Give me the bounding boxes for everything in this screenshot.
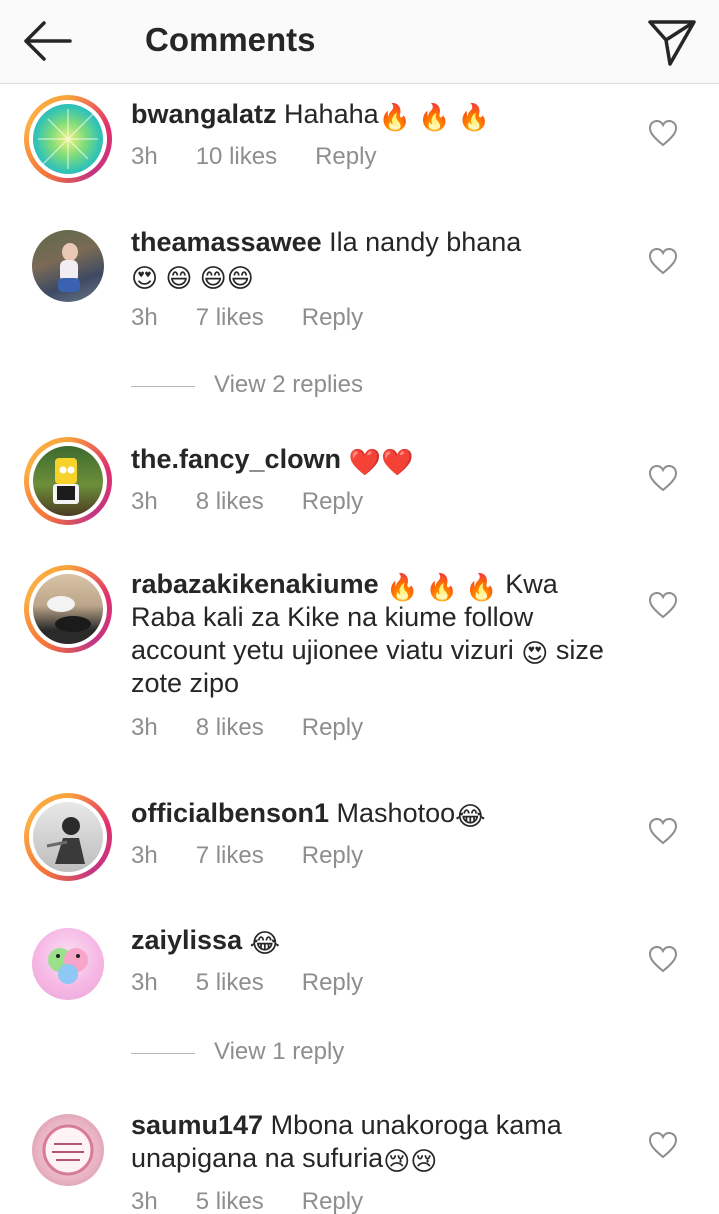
avatar[interactable] [24,222,112,310]
comment-text: Mashotoo [336,798,456,828]
comment-meta: 3h 7 likes Reply [131,304,363,332]
comment-item: theamassawee Ila nandy bhana 😍 😄 😄😄 3h 7 l… [0,222,719,342]
send-button[interactable] [642,12,702,70]
replies-divider [131,1053,195,1054]
reply-button[interactable]: Reply [302,714,363,742]
comment-meta: 3h 7 likes Reply [131,842,363,870]
comment-likes[interactable]: 7 likes [196,304,264,332]
comment-time: 3h [131,1188,158,1214]
comment-item: rabazakikenakiume 🔥 🔥 🔥 Kwa Raba kali za… [0,564,719,754]
reply-button[interactable]: Reply [315,143,376,171]
comment-item: bwangalatz Hahaha🔥 🔥 🔥 3h 10 likes Reply [0,92,719,202]
avatar[interactable] [24,95,112,183]
heart-icon[interactable] [648,817,678,845]
comment-emoji: 😂 [249,928,280,958]
comment-likes[interactable]: 10 likes [196,143,277,171]
view-replies-label: View 1 reply [214,1038,345,1065]
comment-emoji: 😍 😄 😄😄 [131,263,254,293]
comment-emoji: 🔥 🔥 🔥 [386,572,498,602]
comment-likes[interactable]: 7 likes [196,842,264,870]
comment-likes[interactable]: 8 likes [196,488,264,516]
comment-likes[interactable]: 5 likes [196,1188,264,1214]
reply-button[interactable]: Reply [302,842,363,870]
comment-username[interactable]: saumu147 [131,1110,263,1140]
comment-time: 3h [131,488,158,515]
paper-plane-icon [648,20,696,66]
comment-meta: 3h 5 likes Reply [131,969,363,997]
comment-meta: 3h 8 likes Reply [131,714,363,742]
comment-item: the.fancy_clown ❤️❤️ 3h 8 likes Reply [0,434,719,544]
comment-time: 3h [131,842,158,869]
back-arrow-icon [24,21,72,61]
heart-icon[interactable] [648,1131,678,1159]
comment-emoji: 🔥 🔥 🔥 [378,102,491,132]
avatar[interactable] [24,437,112,525]
reply-button[interactable]: Reply [302,488,363,516]
heart-icon[interactable] [648,119,678,147]
heart-icon[interactable] [648,464,678,492]
comment-username[interactable]: the.fancy_clown [131,444,341,474]
avatar[interactable] [24,920,112,1008]
comment-item: officialbenson1 Mashotoo😂 3h 7 likes Reply [0,790,719,900]
comment-text: Hahaha [284,99,379,129]
avatar[interactable] [24,1106,112,1194]
reply-button[interactable]: Reply [302,1188,363,1214]
reply-button[interactable]: Reply [302,304,363,332]
comment-time: 3h [131,304,158,331]
comment-time: 3h [131,969,158,996]
avatar[interactable] [24,565,112,653]
reply-button[interactable]: Reply [302,969,363,997]
comment-item: zaiylissa 😂 3h 5 likes Reply [0,920,719,1020]
comment-meta: 3h 8 likes Reply [131,488,363,516]
comment-username[interactable]: rabazakikenakiume [131,569,379,599]
comment-time: 3h [131,714,158,741]
comment-emoji: 😂 [455,801,486,831]
replies-divider [131,386,195,387]
heart-icon[interactable] [648,247,678,275]
comment-emoji: 😍 [521,638,549,668]
comment-time: 3h [131,143,158,170]
heart-icon[interactable] [648,945,678,973]
comment-text: Ila nandy bhana [329,227,522,257]
comment-username[interactable]: bwangalatz [131,99,277,129]
comment-emoji: ❤️❤️ [348,447,414,477]
view-replies-label: View 2 replies [214,371,363,398]
comment-username[interactable]: officialbenson1 [131,798,329,828]
back-button[interactable] [20,18,76,64]
page-title: Comments [145,21,316,58]
comment-meta: 3h 5 likes Reply [131,1188,363,1214]
comment-meta: 3h 10 likes Reply [131,143,376,171]
comment-likes[interactable]: 5 likes [196,969,264,997]
comment-likes[interactable]: 8 likes [196,714,264,742]
avatar[interactable] [24,793,112,881]
comment-item: saumu147 Mbona unakoroga kama unapigana … [0,1106,719,1214]
comment-username[interactable]: zaiylissa [131,925,242,955]
heart-icon[interactable] [648,591,678,619]
comment-emoji: 😢😢 [383,1146,438,1176]
top-bar: Comments [0,0,719,84]
comment-username[interactable]: theamassawee [131,227,322,257]
